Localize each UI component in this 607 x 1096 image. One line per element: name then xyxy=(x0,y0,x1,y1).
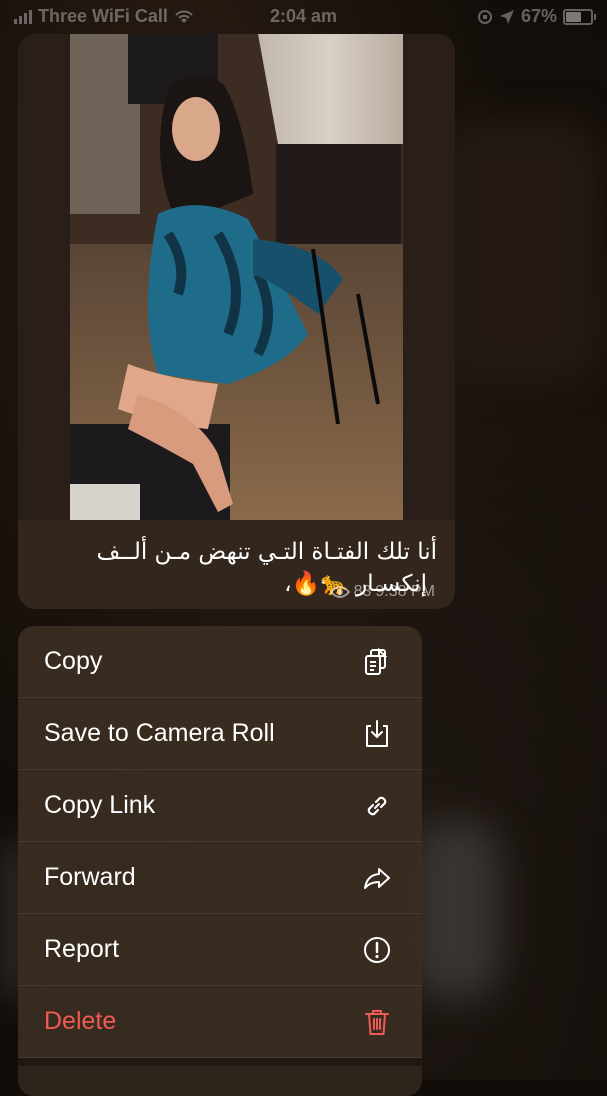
menu-overflow xyxy=(18,1058,422,1096)
menu-item-save-to-camera-roll[interactable]: Save to Camera Roll xyxy=(18,698,422,770)
photo-illustration xyxy=(18,34,455,520)
battery-percent: 67% xyxy=(520,6,557,26)
message-caption: أنا تلك الفتـاة التـي تنهض مـن ألــف إنك… xyxy=(18,520,455,609)
message-meta: 83 9:38 PM xyxy=(329,583,435,601)
message-photo[interactable] xyxy=(18,34,455,520)
report-icon xyxy=(360,933,394,967)
forward-icon xyxy=(360,861,394,895)
background-blur xyxy=(410,820,500,1000)
location-icon xyxy=(499,9,514,24)
context-menu: Copy Save to Camera Roll Copy Link Forwa… xyxy=(18,626,422,1096)
eye-icon xyxy=(329,586,350,598)
save-icon xyxy=(360,717,394,751)
trash-icon xyxy=(360,1005,394,1039)
orientation-lock-icon xyxy=(477,9,492,24)
menu-item-report[interactable]: Report xyxy=(18,914,422,986)
view-count: 83 xyxy=(353,583,372,600)
link-icon xyxy=(360,789,394,823)
message-time: 9:38 PM xyxy=(375,583,435,600)
menu-item-label: Copy Link xyxy=(44,791,156,819)
menu-item-label: Report xyxy=(44,935,120,963)
caption-line-1: أنا تلك الفتـاة التـي تنهض مـن ألــف xyxy=(96,539,437,565)
status-right: 67% xyxy=(477,6,596,27)
menu-item-copy-link[interactable]: Copy Link xyxy=(18,770,422,842)
copy-icon xyxy=(360,645,394,679)
menu-item-copy[interactable]: Copy xyxy=(18,626,422,698)
menu-item-label: Delete xyxy=(44,1007,117,1035)
battery-icon xyxy=(563,8,596,25)
background-blur xyxy=(440,120,600,380)
menu-item-label: Copy xyxy=(44,647,103,675)
menu-item-label: Save to Camera Roll xyxy=(44,719,275,747)
message-bubble[interactable]: أنا تلك الفتـاة التـي تنهض مـن ألــف إنك… xyxy=(18,34,455,609)
menu-item-label: Forward xyxy=(44,863,136,891)
menu-item-delete[interactable]: Delete xyxy=(18,986,422,1058)
menu-item-forward[interactable]: Forward xyxy=(18,842,422,914)
status-bar: Three WiFi Call 2:04 am 67% xyxy=(0,0,607,32)
